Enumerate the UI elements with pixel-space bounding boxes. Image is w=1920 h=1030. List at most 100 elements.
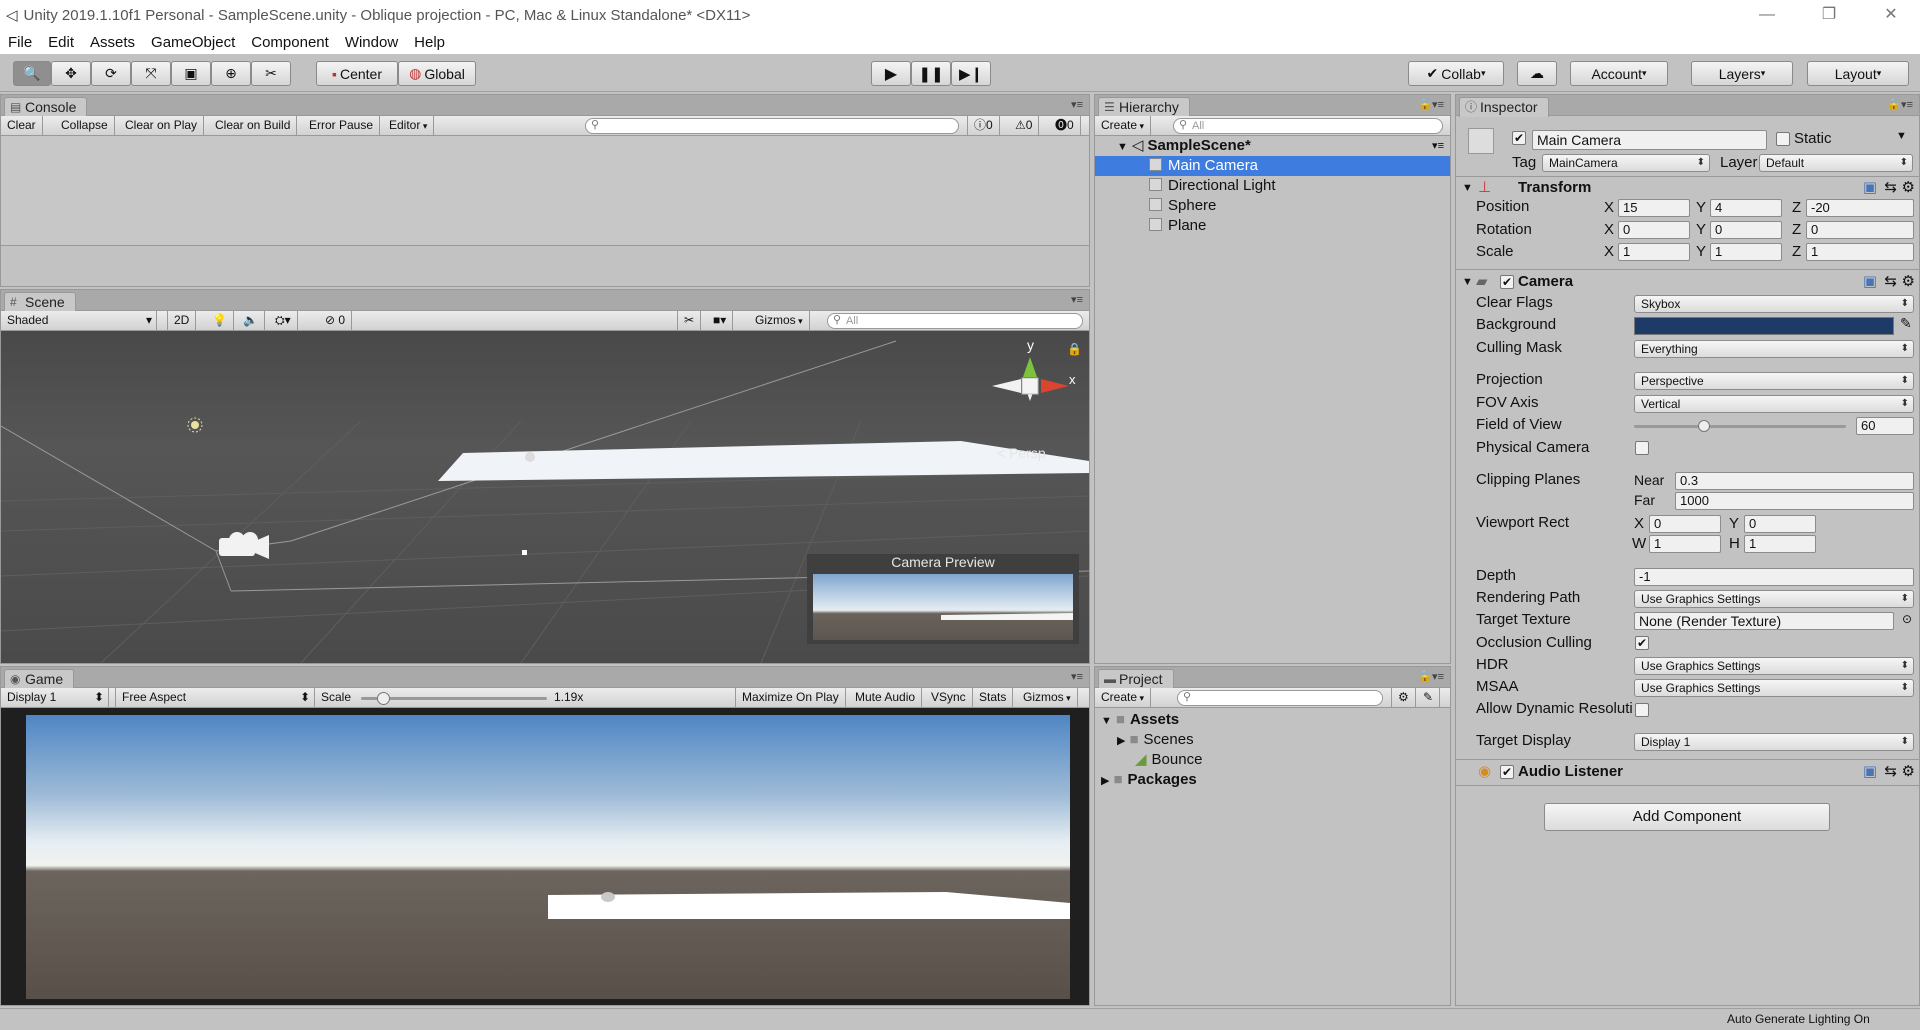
console-collapse-button[interactable]: Collapse <box>55 116 115 135</box>
console-warning-toggle[interactable]: ⚠0 <box>1009 116 1040 135</box>
mute-audio-toggle[interactable]: Mute Audio <box>849 688 923 707</box>
menu-help[interactable]: Help <box>406 34 453 51</box>
console-editor-dropdown[interactable]: Editor <box>383 116 435 135</box>
console-log-area[interactable] <box>1 136 1089 246</box>
hierarchy-item-directional-light[interactable]: Directional Light <box>1095 176 1450 196</box>
dynamic-resolution-checkbox[interactable] <box>1635 703 1649 717</box>
preset-icon[interactable]: ⇆ <box>1884 761 1897 783</box>
audio-icon[interactable]: 🔈 <box>237 311 265 330</box>
console-clear-button[interactable]: Clear <box>1 116 43 135</box>
transform-tool-icon[interactable]: ⊕ <box>211 61 251 86</box>
tab-project[interactable]: ▬ Project <box>1098 669 1174 689</box>
physical-camera-checkbox[interactable] <box>1635 441 1649 455</box>
viewport-w-input[interactable]: 1 <box>1649 535 1721 553</box>
scale-y-input[interactable]: 1 <box>1710 243 1782 261</box>
active-checkbox[interactable]: ✔ <box>1512 131 1526 145</box>
camera-enabled-checkbox[interactable]: ✔ <box>1500 275 1514 289</box>
cloud-icon[interactable]: ☁ <box>1517 61 1557 86</box>
shading-mode-dropdown[interactable]: Shaded ▾ <box>1 311 157 330</box>
project-item-assets[interactable]: ▼ ■ Assets <box>1095 710 1450 730</box>
scene-gizmos-dropdown[interactable]: Gizmos <box>749 311 810 330</box>
menu-gameobject[interactable]: GameObject <box>143 34 243 51</box>
depth-input[interactable]: -1 <box>1634 568 1914 586</box>
scale-z-input[interactable]: 1 <box>1806 243 1914 261</box>
hierarchy-scene-row[interactable]: ▼ ◁ SampleScene* ▾≡ <box>1095 136 1450 156</box>
layer-dropdown[interactable]: Default <box>1759 154 1913 172</box>
console-search-input[interactable]: ⚲ <box>585 118 959 134</box>
position-y-input[interactable]: 4 <box>1710 199 1782 217</box>
pivot-center-button[interactable]: ▪ Center <box>316 61 398 86</box>
console-clear-on-play-button[interactable]: Clear on Play <box>119 116 205 135</box>
tab-hierarchy[interactable]: ☰ Hierarchy <box>1098 97 1190 117</box>
help-icon[interactable]: ▣ <box>1863 177 1877 199</box>
scale-slider-knob[interactable] <box>377 692 391 705</box>
aspect-dropdown[interactable]: Free Aspect ⬍ <box>115 688 315 707</box>
console-error-toggle[interactable]: ⓿0 <box>1049 116 1081 135</box>
position-z-input[interactable]: -20 <box>1806 199 1914 217</box>
preset-icon[interactable]: ⇆ <box>1884 177 1897 199</box>
audio-listener-header[interactable]: ◉ ✔ Audio Listener ▣ ⇆ ⚙ <box>1456 761 1919 783</box>
preset-icon[interactable]: ⇆ <box>1884 271 1897 293</box>
move-tool-icon[interactable]: ✥ <box>51 61 91 86</box>
msaa-dropdown[interactable]: Use Graphics Settings <box>1634 679 1914 697</box>
static-dropdown-arrow-icon[interactable]: ▼ <box>1896 130 1907 142</box>
eyedropper-icon[interactable]: ✎ <box>1900 315 1912 332</box>
lighting-icon[interactable]: 💡 <box>206 311 234 330</box>
camera-header[interactable]: ▼ ▰ ✔ Camera ▣ ⇆ ⚙ <box>1456 271 1919 293</box>
gear-icon[interactable]: ⚙ <box>1902 177 1915 199</box>
scene-camera-icon[interactable]: ■▾ <box>707 311 734 330</box>
lock-and-menu-icon[interactable]: 🔒▾≡ <box>1418 670 1444 683</box>
static-checkbox[interactable] <box>1776 132 1790 146</box>
rect-tool-icon[interactable]: ▣ <box>171 61 211 86</box>
tab-game[interactable]: ◉ Game <box>4 669 75 689</box>
hierarchy-search-input[interactable]: ⚲ All <box>1173 118 1443 134</box>
object-picker-icon[interactable]: ⊙ <box>1902 612 1912 626</box>
account-dropdown[interactable]: Account <box>1570 61 1668 86</box>
tab-inspector[interactable]: ⓘ Inspector <box>1459 97 1549 117</box>
transform-header[interactable]: ▼ ⊥ Transform ▣ ⇆ ⚙ <box>1456 177 1919 199</box>
hierarchy-item-plane[interactable]: Plane <box>1095 216 1450 236</box>
lock-and-menu-icon[interactable]: 🔒▾≡ <box>1418 98 1444 111</box>
target-texture-field[interactable]: None (Render Texture) <box>1634 612 1894 630</box>
tag-dropdown[interactable]: MainCamera <box>1542 154 1710 172</box>
fov-axis-dropdown[interactable]: Vertical <box>1634 395 1914 413</box>
culling-mask-dropdown[interactable]: Everything <box>1634 340 1914 358</box>
2d-toggle[interactable]: 2D <box>167 311 197 330</box>
hierarchy-item-sphere[interactable]: Sphere <box>1095 196 1450 216</box>
scale-x-input[interactable]: 1 <box>1618 243 1690 261</box>
scene-tools-icon[interactable]: ✂ <box>677 311 702 330</box>
layers-dropdown[interactable]: Layers <box>1691 61 1793 86</box>
game-gizmos-dropdown[interactable]: Gizmos <box>1017 688 1078 707</box>
occlusion-culling-checkbox[interactable]: ✔ <box>1635 636 1649 650</box>
add-component-button[interactable]: Add Component <box>1544 803 1830 831</box>
console-error-pause-button[interactable]: Error Pause <box>303 116 381 135</box>
hdr-dropdown[interactable]: Use Graphics Settings <box>1634 657 1914 675</box>
persp-label[interactable]: < Persp <box>997 445 1046 461</box>
viewport-y-input[interactable]: 0 <box>1744 515 1816 533</box>
tab-console[interactable]: ▤ Console <box>4 97 88 117</box>
help-icon[interactable]: ▣ <box>1863 761 1877 783</box>
project-item-packages[interactable]: ▶ ■ Packages <box>1095 770 1450 790</box>
step-button[interactable]: ▶❙ <box>951 61 991 86</box>
rotate-tool-icon[interactable]: ⟳ <box>91 61 131 86</box>
gear-icon[interactable]: ⚙ <box>1902 761 1915 783</box>
rotation-x-input[interactable]: 0 <box>1618 221 1690 239</box>
scale-slider[interactable] <box>361 692 547 705</box>
hierarchy-create-dropdown[interactable]: Create <box>1095 116 1152 135</box>
viewport-x-input[interactable]: 0 <box>1649 515 1721 533</box>
near-input[interactable]: 0.3 <box>1675 472 1914 490</box>
lock-icon[interactable]: 🔒 <box>1067 342 1082 356</box>
gear-icon[interactable]: ⚙ <box>1902 271 1915 293</box>
panel-menu-icon[interactable]: ▾≡ <box>1071 98 1083 111</box>
help-icon[interactable]: ▣ <box>1863 271 1877 293</box>
rotation-y-input[interactable]: 0 <box>1710 221 1782 239</box>
far-input[interactable]: 1000 <box>1675 492 1914 510</box>
menu-edit[interactable]: Edit <box>40 34 82 51</box>
target-display-dropdown[interactable]: Display 1 <box>1634 733 1914 751</box>
effects-icon[interactable]: ⛭▾ <box>269 311 298 330</box>
projection-dropdown[interactable]: Perspective <box>1634 372 1914 390</box>
clear-flags-dropdown[interactable]: Skybox <box>1634 295 1914 313</box>
project-search-input[interactable]: ⚲ <box>1177 690 1383 706</box>
panel-menu-icon[interactable]: ▾≡ <box>1071 293 1083 306</box>
position-x-input[interactable]: 15 <box>1618 199 1690 217</box>
